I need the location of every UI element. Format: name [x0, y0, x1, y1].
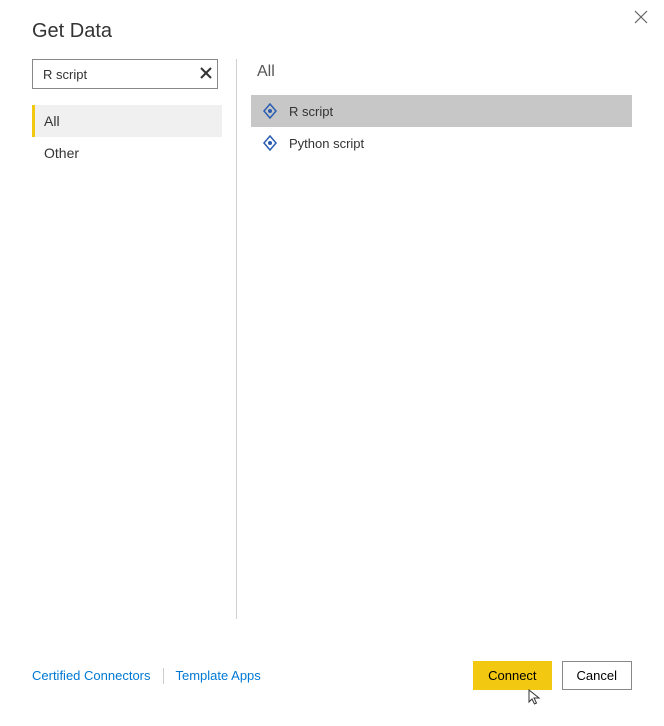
search-input[interactable]	[32, 59, 218, 89]
script-icon	[261, 102, 279, 120]
connector-python-script[interactable]: Python script	[251, 127, 632, 159]
connector-list-header: All	[251, 59, 632, 95]
cancel-button[interactable]: Cancel	[562, 661, 632, 690]
panel-divider	[236, 59, 237, 619]
connector-list: R script Python script	[251, 95, 632, 159]
certified-connectors-link[interactable]: Certified Connectors	[32, 668, 151, 683]
connector-label: Python script	[289, 136, 364, 151]
connect-button[interactable]: Connect	[473, 661, 551, 690]
category-list: All Other	[32, 105, 222, 169]
connector-label: R script	[289, 104, 333, 119]
close-icon[interactable]	[634, 8, 648, 29]
template-apps-link[interactable]: Template Apps	[176, 668, 261, 683]
connector-r-script[interactable]: R script	[251, 95, 632, 127]
category-all[interactable]: All	[32, 105, 222, 137]
page-title: Get Data	[32, 20, 632, 43]
category-other[interactable]: Other	[32, 137, 222, 169]
clear-search-icon[interactable]	[200, 66, 212, 82]
script-icon	[261, 134, 279, 152]
footer-separator	[163, 668, 164, 684]
